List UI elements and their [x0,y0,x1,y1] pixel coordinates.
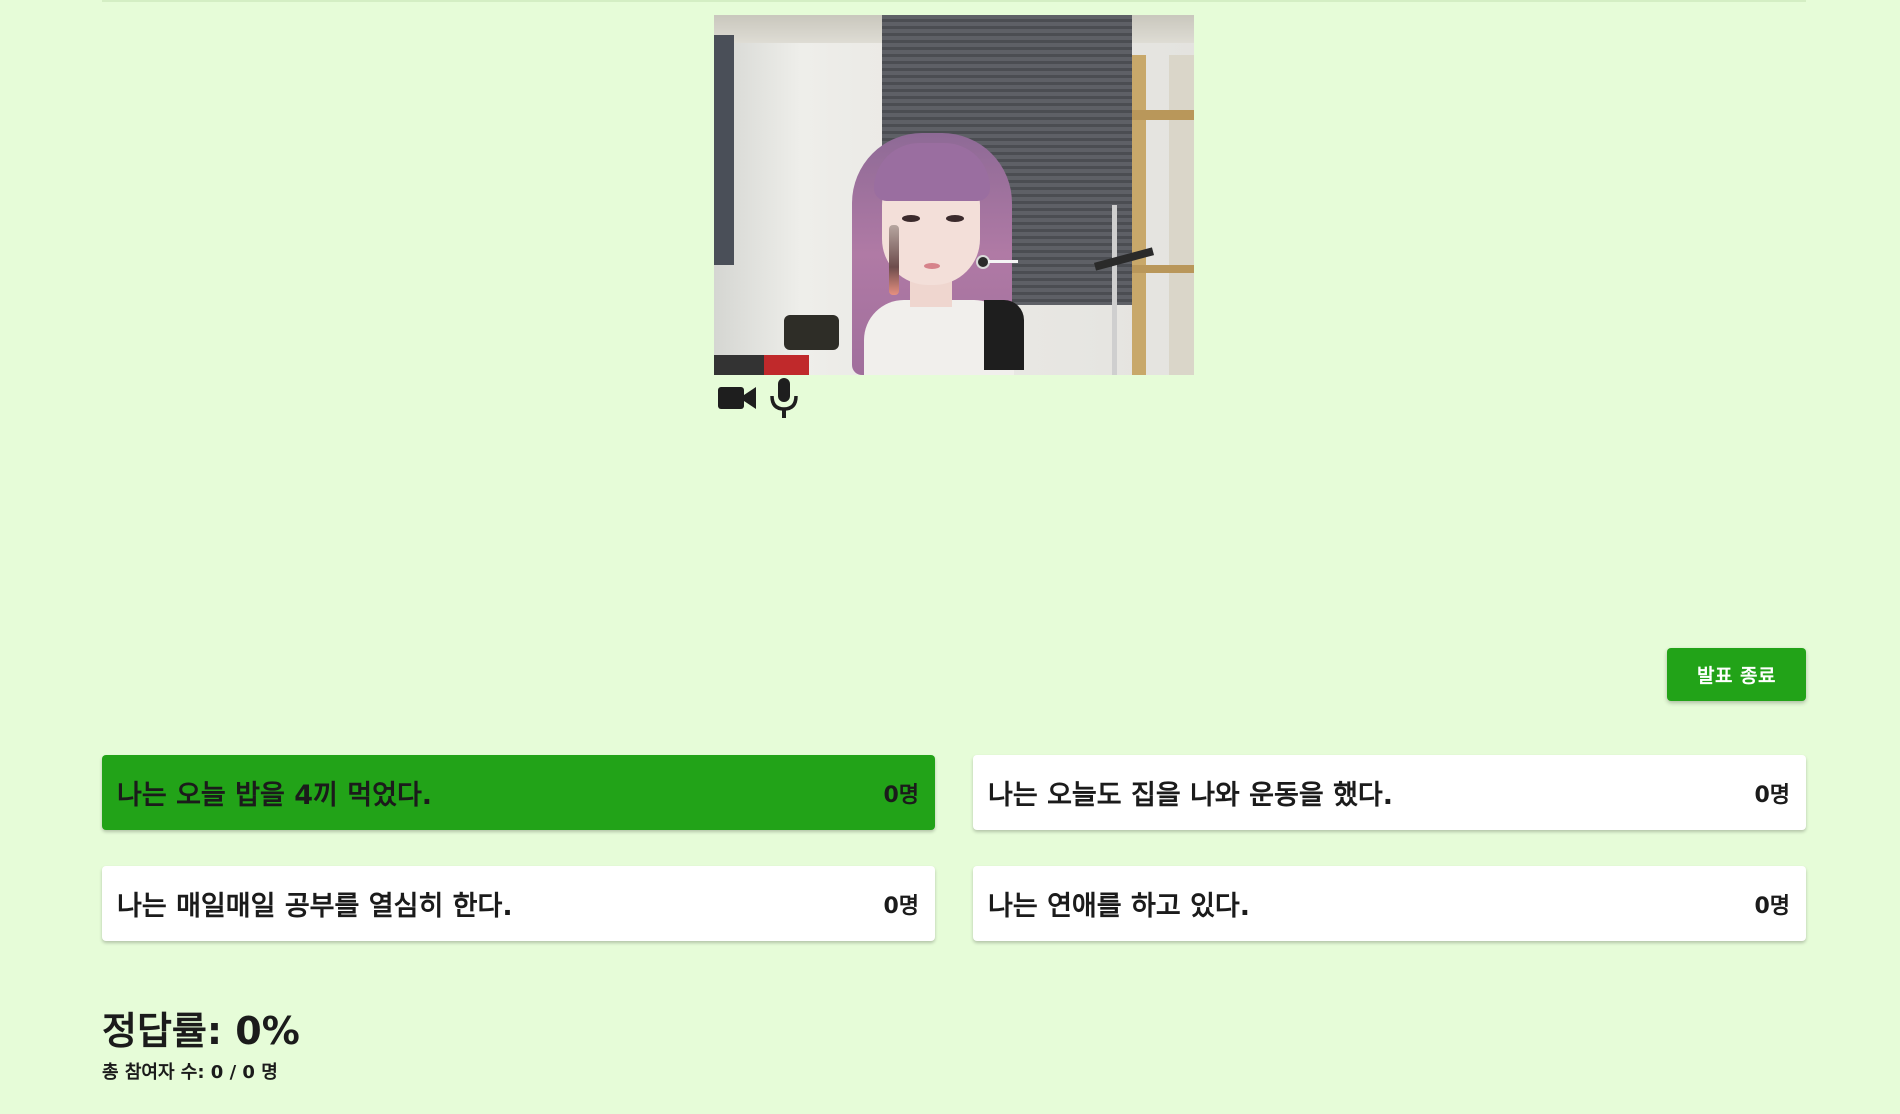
participant-count: 총 참여자 수: 0 / 0 명 [102,1062,278,1083]
end-presentation-button[interactable]: 발표 종료 [1667,648,1806,701]
option-text: 나는 오늘 밥을 4끼 먹었다. [117,780,433,811]
option-text: 나는 연애를 하고 있다. [988,891,1251,922]
option-count: 0명 [1754,782,1790,808]
accuracy-rate: 정답률: 0% [102,1009,300,1053]
option-count: 0명 [1754,893,1790,919]
page: 발표 종료 나는 오늘 밥을 4끼 먹었다. 0명 나는 오늘도 집을 나와 운… [0,0,1900,1114]
top-divider [102,0,1806,2]
video-camera-icon[interactable] [718,384,756,412]
option-text: 나는 오늘도 집을 나와 운동을 했다. [988,780,1394,811]
option-text: 나는 매일매일 공부를 열심히 한다. [117,891,513,922]
option-card-4[interactable]: 나는 연애를 하고 있다. 0명 [973,866,1806,941]
option-card-3[interactable]: 나는 매일매일 공부를 열심히 한다. 0명 [102,866,935,941]
option-count: 0명 [883,893,919,919]
presenter-video [714,15,1194,375]
media-controls [718,378,800,418]
option-card-2[interactable]: 나는 오늘도 집을 나와 운동을 했다. 0명 [973,755,1806,830]
option-count: 0명 [883,782,919,808]
option-card-1[interactable]: 나는 오늘 밥을 4끼 먹었다. 0명 [102,755,935,830]
microphone-icon[interactable] [768,378,800,418]
answer-options: 나는 오늘 밥을 4끼 먹었다. 0명 나는 오늘도 집을 나와 운동을 했다.… [102,755,1806,941]
